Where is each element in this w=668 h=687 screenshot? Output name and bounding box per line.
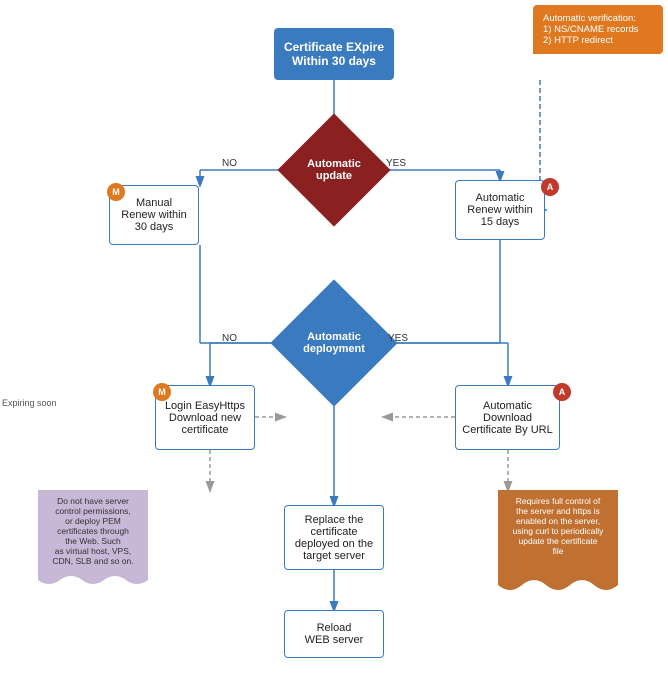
flowchart: Automatic verification: 1) NS/CNAME reco…: [0, 0, 668, 687]
replace-cert-node: Replace the certificate deployed on the …: [284, 505, 384, 570]
expiring-soon-label: Expiring soon: [2, 398, 57, 408]
auto-renew-label: Automatic Renew within 15 days: [467, 192, 532, 228]
no-label-deploy: NO: [222, 333, 237, 344]
no-label-update: NO: [222, 158, 237, 169]
badge-a-dl: A: [553, 383, 571, 401]
full-ctrl-box: Requires full control of the server and …: [498, 490, 618, 590]
cert-expire-label: Certificate EXpire Within 30 days: [284, 40, 384, 68]
no-perm-text: Do not have server control permissions, …: [44, 496, 142, 566]
auto-verify-callout: Automatic verification: 1) NS/CNAME reco…: [533, 5, 663, 54]
login-label: Login EasyHttps Download new certificate: [165, 400, 245, 436]
yes-label-update: YES: [386, 158, 406, 169]
reload-label: Reload WEB server: [305, 622, 364, 646]
auto-dl-label: Automatic Download Certificate By URL: [462, 400, 552, 436]
full-ctrl-text: Requires full control of the server and …: [504, 496, 612, 556]
auto-verify-title: Automatic verification:: [543, 13, 636, 24]
badge-a-renew: A: [541, 178, 559, 196]
auto-verify-line2: 2) HTTP redirect: [543, 35, 613, 46]
auto-update-diamond: Automatic update: [277, 113, 390, 226]
cert-expire-node: Certificate EXpire Within 30 days: [274, 28, 394, 80]
auto-deploy-label: Automatic deployment: [303, 331, 365, 355]
manual-renew-label: Manual Renew within 30 days: [121, 197, 186, 233]
badge-m-manual: M: [107, 183, 125, 201]
auto-update-label: Automatic update: [307, 158, 361, 182]
auto-renew-node: Automatic Renew within 15 days: [455, 180, 545, 240]
yes-label-deploy: YES: [388, 333, 408, 344]
auto-dl-node: Automatic Download Certificate By URL: [455, 385, 560, 450]
replace-label: Replace the certificate deployed on the …: [295, 514, 373, 562]
reload-web-node: Reload WEB server: [284, 610, 384, 658]
no-perm-box: Do not have server control permissions, …: [38, 490, 148, 585]
auto-deploy-diamond: Automatic deployment: [270, 279, 397, 406]
badge-m-login: M: [153, 383, 171, 401]
auto-verify-line1: 1) NS/CNAME records: [543, 24, 639, 35]
